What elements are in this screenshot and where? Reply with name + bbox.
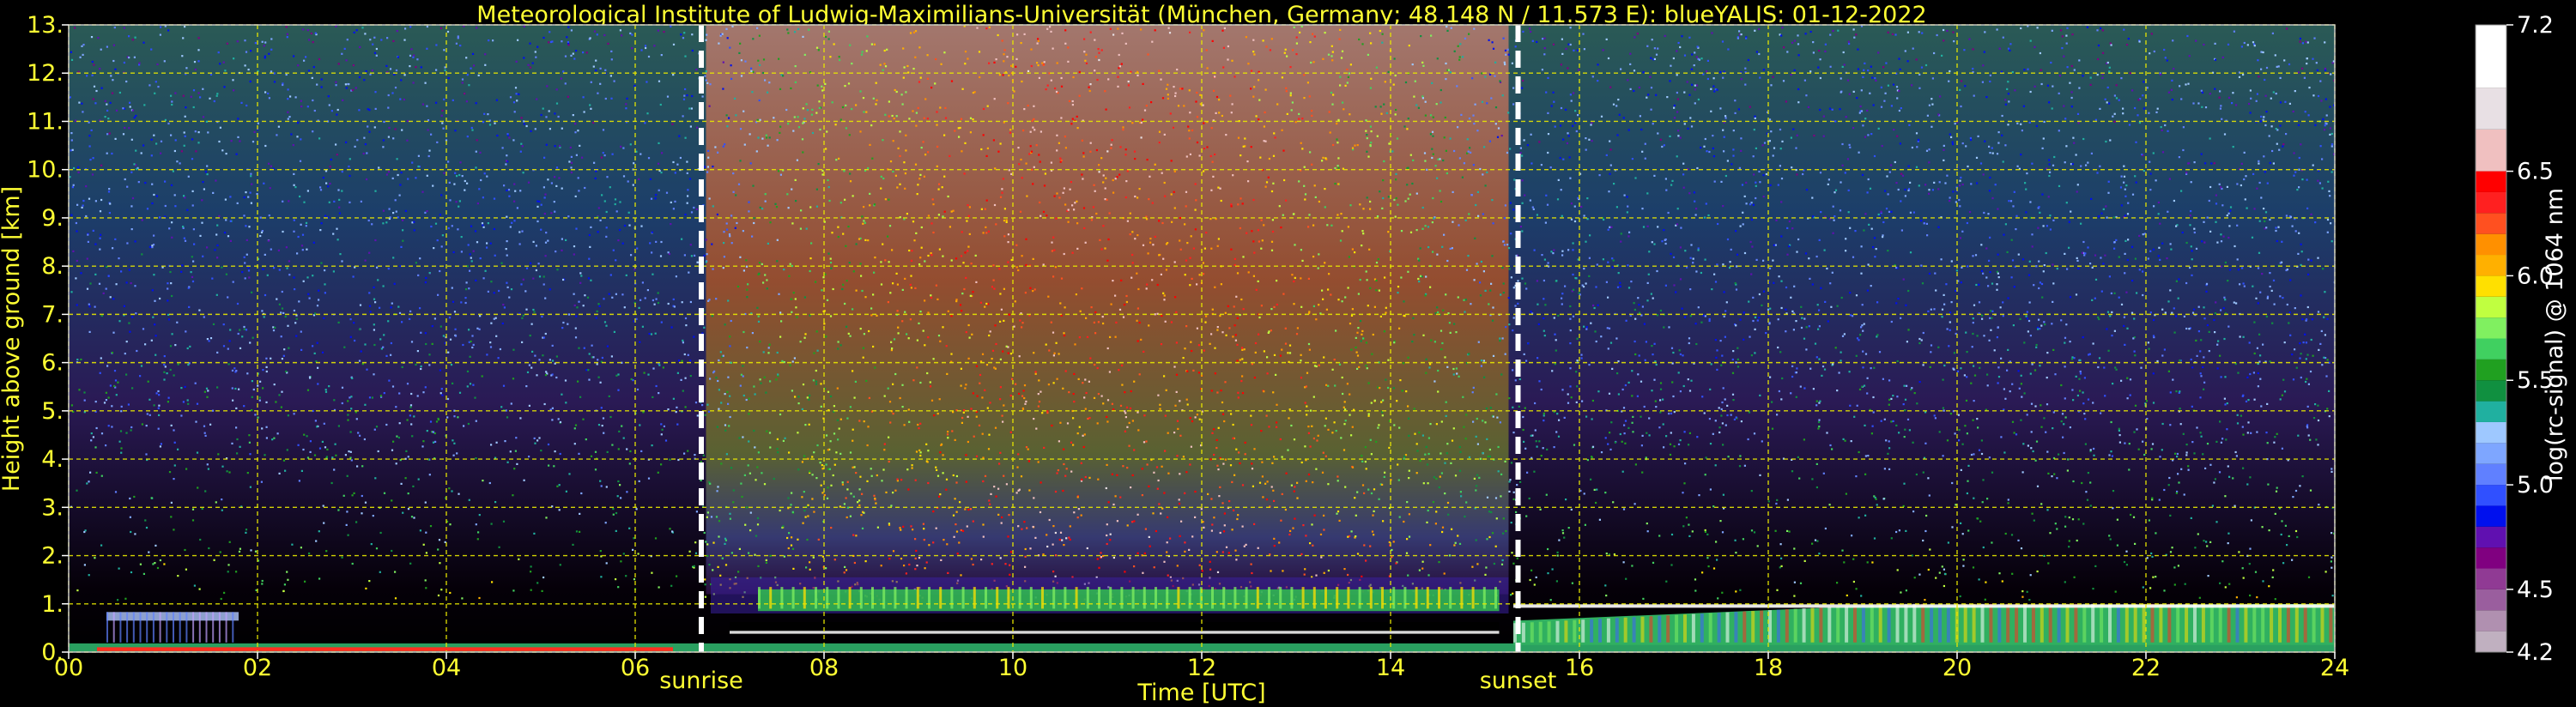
evening-layer-top [1513, 604, 2335, 608]
colorbar-level-20 [2476, 213, 2506, 234]
event-label-sunset: sunset [1480, 668, 1557, 694]
x-tick-label: 06 [621, 655, 650, 681]
colorbar-level-8 [2476, 463, 2506, 486]
day-dark-gap [730, 622, 1500, 631]
colorbar-level-2 [2476, 589, 2506, 611]
y-tick-label: 6. [41, 350, 64, 377]
colorbar-level-23 [2476, 129, 2506, 172]
colorbar-level-18 [2476, 255, 2506, 276]
y-axis-label: Height above ground [km] [0, 186, 25, 492]
colorbar-level-24 [2476, 88, 2506, 130]
y-tick-label: 7. [41, 301, 64, 328]
colorbar-level-15 [2476, 317, 2506, 339]
colorbar-level-21 [2476, 191, 2506, 214]
y-tick-label: 8. [41, 253, 64, 280]
colorbar-tick-label: 6.5 [2517, 159, 2554, 185]
y-tick-label: 11. [27, 108, 64, 135]
colorbar-level-0 [2476, 631, 2506, 652]
lidar-quicklook-chart: Meteorological Institute of Ludwig-Maxim… [0, 0, 2576, 707]
x-tick-label: 02 [243, 655, 272, 681]
colorbar-level-4 [2476, 547, 2506, 569]
colorbar-tick-label: 4.2 [2517, 639, 2554, 666]
colorbar-level-22 [2476, 171, 2506, 192]
colorbar-tick-label: 4.5 [2517, 577, 2554, 603]
x-tick-label: 10 [998, 655, 1027, 681]
y-tick-label: 13. [27, 12, 64, 39]
colorbar-level-11 [2476, 401, 2506, 422]
day-mixed-layer [758, 589, 1500, 612]
colorbar-level-12 [2476, 380, 2506, 402]
colorbar-level-5 [2476, 526, 2506, 548]
colorbar-level-25 [2476, 25, 2506, 88]
colorbar-level-16 [2476, 296, 2506, 318]
x-tick-label: 12 [1187, 655, 1216, 681]
x-tick-label: 16 [1565, 655, 1594, 681]
x-tick-label: 24 [2320, 655, 2349, 681]
x-axis-label: Time [UTC] [1136, 680, 1265, 706]
colorbar-level-9 [2476, 443, 2506, 464]
x-tick-label: 22 [2131, 655, 2161, 681]
x-tick-label: 04 [432, 655, 461, 681]
daylight-background-signal [706, 25, 1509, 595]
day-cloud-edge [730, 631, 1500, 634]
colorbar-level-13 [2476, 359, 2506, 381]
colorbar-level-3 [2476, 568, 2506, 589]
colorbar-level-10 [2476, 421, 2506, 444]
x-tick-label: 18 [1754, 655, 1783, 681]
x-tick-label: 14 [1376, 655, 1405, 681]
y-tick-label: 12. [27, 60, 64, 87]
y-tick-label: 3. [41, 494, 64, 521]
y-tick-label: 2. [41, 543, 64, 570]
x-tick-label: 20 [1943, 655, 1972, 681]
colorbar-level-1 [2476, 610, 2506, 631]
colorbar-level-6 [2476, 505, 2506, 527]
colorbar-tick-label: 7.2 [2517, 12, 2554, 39]
colorbar [2475, 24, 2507, 653]
x-tick-label: 08 [809, 655, 839, 681]
y-tick-label: 0. [41, 639, 64, 666]
y-tick-label: 10. [27, 157, 64, 184]
y-tick-label: 5. [41, 398, 64, 425]
event-label-sunrise: sunrise [659, 668, 743, 694]
y-tick-label: 4. [41, 446, 64, 473]
colorbar-level-7 [2476, 485, 2506, 506]
colorbar-label: log(rc-signal) @ 1064 nm [2542, 188, 2568, 481]
y-tick-label: 9. [41, 205, 64, 232]
colorbar-level-17 [2476, 275, 2506, 297]
colorbar-level-19 [2476, 233, 2506, 256]
plot-area: sunrise sunset [68, 24, 2336, 694]
near-ground-strong-signal [97, 647, 673, 651]
y-tick-label: 1. [41, 591, 64, 618]
colorbar-level-14 [2476, 338, 2506, 360]
